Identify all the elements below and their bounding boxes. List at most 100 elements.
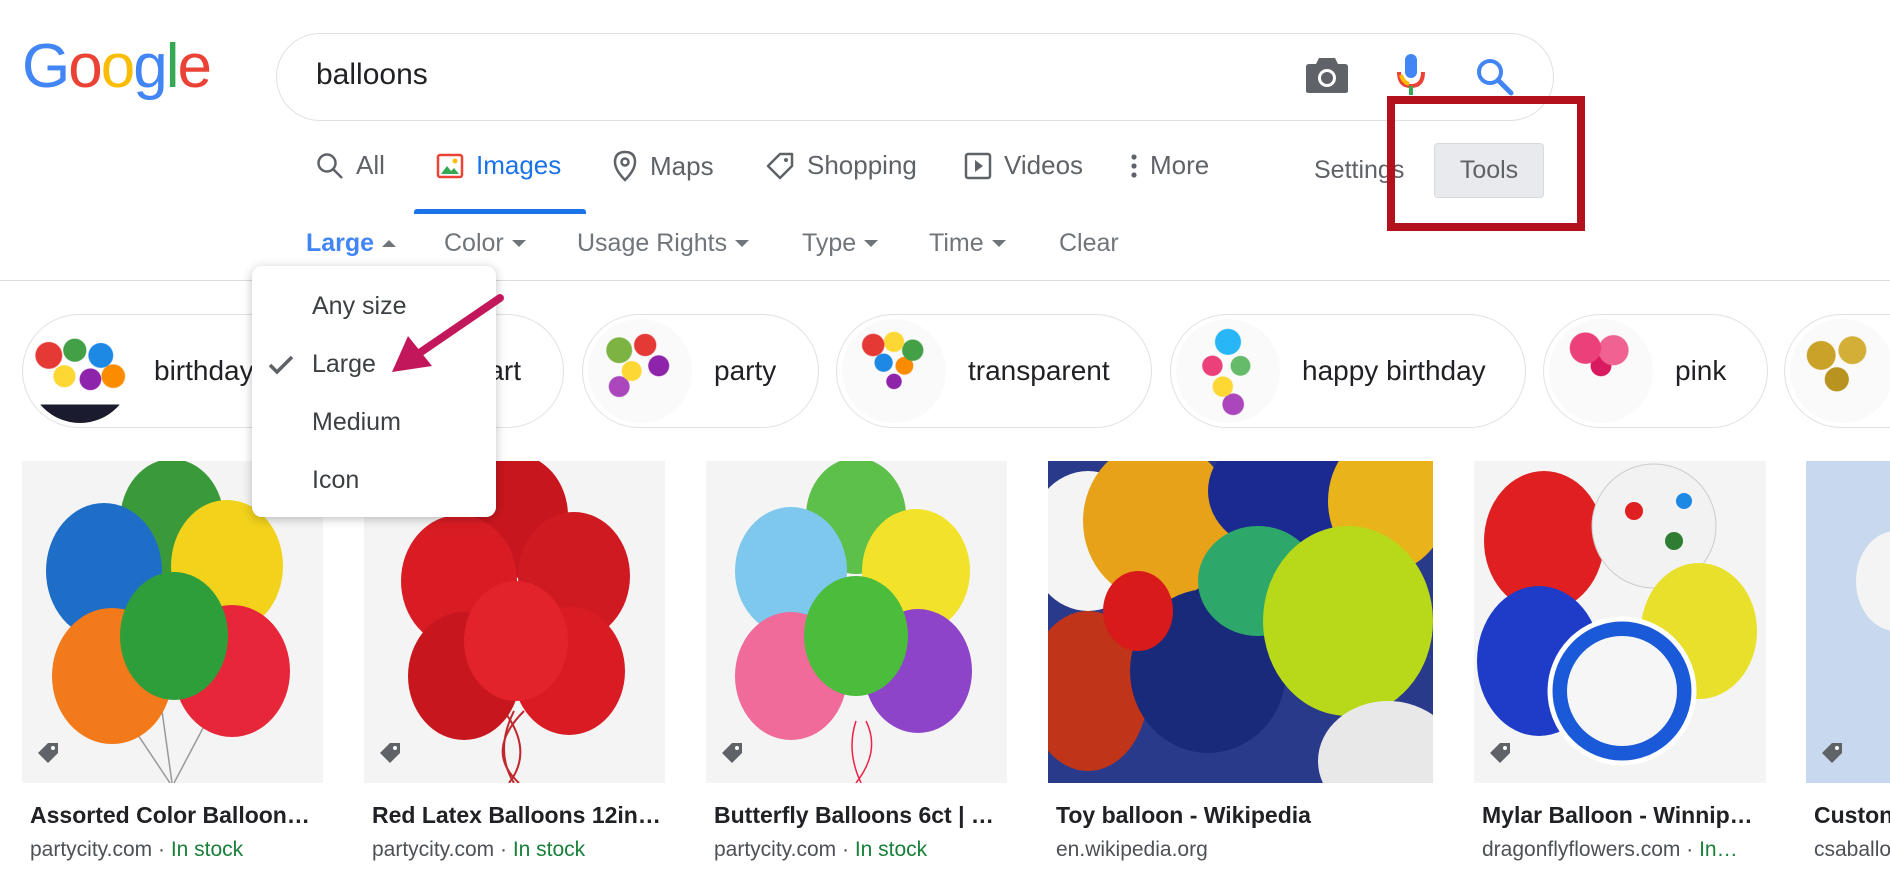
- result-source: dragonflyflowers.com · In…: [1482, 838, 1772, 862]
- tab-shopping[interactable]: Shopping: [765, 150, 917, 181]
- filter-label: Time: [929, 229, 984, 257]
- tag-icon: [722, 743, 742, 763]
- result-source: partycity.com · In stock: [372, 838, 672, 862]
- tab-label: Videos: [1004, 150, 1084, 180]
- tab-all[interactable]: All: [316, 150, 385, 181]
- tab-label: Images: [476, 150, 562, 180]
- source-domain: partycity.com: [372, 838, 495, 861]
- source-domain: csaballo: [1814, 838, 1890, 861]
- source-domain: dragonflyflowers.com: [1482, 838, 1681, 861]
- tab-maps[interactable]: Maps: [612, 150, 714, 182]
- chip-thumbnail: [1790, 319, 1890, 423]
- chip-pink[interactable]: pink: [1543, 314, 1768, 428]
- filter-time[interactable]: Time: [929, 229, 1006, 258]
- menu-item-medium[interactable]: Medium: [312, 408, 401, 437]
- map-pin-icon: [613, 150, 637, 182]
- chip-thumbnail: [1176, 319, 1280, 423]
- result-image[interactable]: [1806, 461, 1890, 783]
- search-icon[interactable]: [1475, 57, 1515, 97]
- chip-label: pink: [1675, 355, 1727, 386]
- google-logo[interactable]: Google: [22, 32, 212, 101]
- result-image[interactable]: [706, 461, 1007, 783]
- caret-up-icon: [382, 240, 397, 247]
- filter-color[interactable]: Color: [444, 229, 526, 258]
- separator: ·: [836, 838, 855, 861]
- logo-letter: G: [22, 32, 70, 101]
- tab-label: Maps: [650, 150, 714, 181]
- tab-more[interactable]: More: [1130, 150, 1209, 181]
- chip-label: party: [714, 355, 777, 386]
- result-image[interactable]: [1474, 461, 1766, 783]
- chip-label: birthday: [154, 355, 254, 386]
- chip-label: transparent: [968, 355, 1110, 386]
- filter-label: Large: [306, 229, 375, 257]
- stock-status: In stock: [854, 838, 928, 861]
- annotation-arrow-icon: [392, 294, 504, 372]
- filter-label: Color: [444, 229, 504, 257]
- caret-down-icon: [864, 240, 879, 247]
- logo-letter: g: [133, 32, 168, 101]
- result-title[interactable]: Assorted Color Balloon…: [30, 802, 330, 829]
- tag-icon: [766, 152, 794, 179]
- tab-videos[interactable]: Videos: [964, 150, 1083, 181]
- play-icon: [964, 152, 992, 179]
- logo-letter: e: [177, 32, 212, 101]
- chip-happy-birthday[interactable]: happy birthday: [1170, 314, 1526, 428]
- search-box[interactable]: [276, 33, 1554, 121]
- filter-type[interactable]: Type: [802, 229, 879, 258]
- balloon-photo: [1048, 461, 1433, 783]
- result-title[interactable]: Red Latex Balloons 12in…: [372, 802, 672, 829]
- caret-down-icon: [511, 240, 526, 247]
- result-title[interactable]: Mylar Balloon - Winnip…: [1482, 802, 1772, 829]
- chip-thumbnail: [842, 319, 946, 423]
- result-image[interactable]: [1048, 461, 1433, 783]
- menu-item-icon[interactable]: Icon: [312, 466, 359, 495]
- stock-status: In stock: [512, 838, 586, 861]
- balloon-photo: [1474, 461, 1766, 783]
- checkmark-icon: [268, 355, 294, 375]
- filter-usage-rights[interactable]: Usage Rights: [577, 229, 750, 258]
- separator: ·: [494, 838, 513, 861]
- image-icon: [436, 153, 464, 178]
- search-input[interactable]: balloons: [316, 58, 428, 92]
- logo-letter: o: [100, 32, 136, 101]
- result-title[interactable]: Toy balloon - Wikipedia: [1056, 802, 1436, 829]
- source-domain: en.wikipedia.org: [1056, 838, 1208, 861]
- chip-gold[interactable]: [1784, 314, 1890, 428]
- caret-down-icon: [991, 240, 1006, 247]
- tab-label: More: [1150, 150, 1210, 180]
- separator: ·: [1680, 838, 1700, 861]
- tab-images[interactable]: Images: [436, 150, 561, 181]
- more-vert-icon: [1131, 153, 1137, 178]
- camera-icon[interactable]: [1305, 56, 1349, 94]
- filter-clear[interactable]: Clear: [1059, 229, 1119, 258]
- tag-icon: [380, 743, 400, 763]
- menu-item-large[interactable]: Large: [312, 350, 376, 379]
- result-source: partycity.com · In stock: [714, 838, 1014, 862]
- source-domain: partycity.com: [714, 838, 837, 861]
- chip-label: happy birthday: [1302, 355, 1486, 386]
- chip-party[interactable]: party: [582, 314, 819, 428]
- result-source: en.wikipedia.org: [1056, 838, 1436, 862]
- result-title[interactable]: Custon: [1814, 802, 1890, 829]
- balloon-photo: [706, 461, 1007, 783]
- stock-status: In…: [1699, 838, 1738, 861]
- active-tab-indicator: [414, 209, 586, 214]
- highlight-box: [1387, 96, 1585, 231]
- tag-icon: [38, 743, 58, 763]
- filter-label: Clear: [1059, 229, 1119, 257]
- result-title[interactable]: Butterfly Balloons 6ct | …: [714, 802, 1014, 829]
- logo-letter: l: [165, 32, 180, 101]
- chip-transparent[interactable]: transparent: [836, 314, 1152, 428]
- separator: ·: [152, 838, 171, 861]
- filter-size[interactable]: Large: [306, 229, 397, 258]
- filter-label: Type: [802, 229, 857, 257]
- chip-thumbnail: [1549, 319, 1653, 423]
- tab-label: Shopping: [807, 150, 917, 180]
- tab-label: All: [356, 150, 385, 180]
- caret-down-icon: [735, 240, 750, 247]
- stock-status: In stock: [170, 838, 244, 861]
- filter-label: Usage Rights: [577, 229, 728, 257]
- microphone-icon[interactable]: [1396, 52, 1426, 98]
- balloon-photo: [1806, 461, 1890, 783]
